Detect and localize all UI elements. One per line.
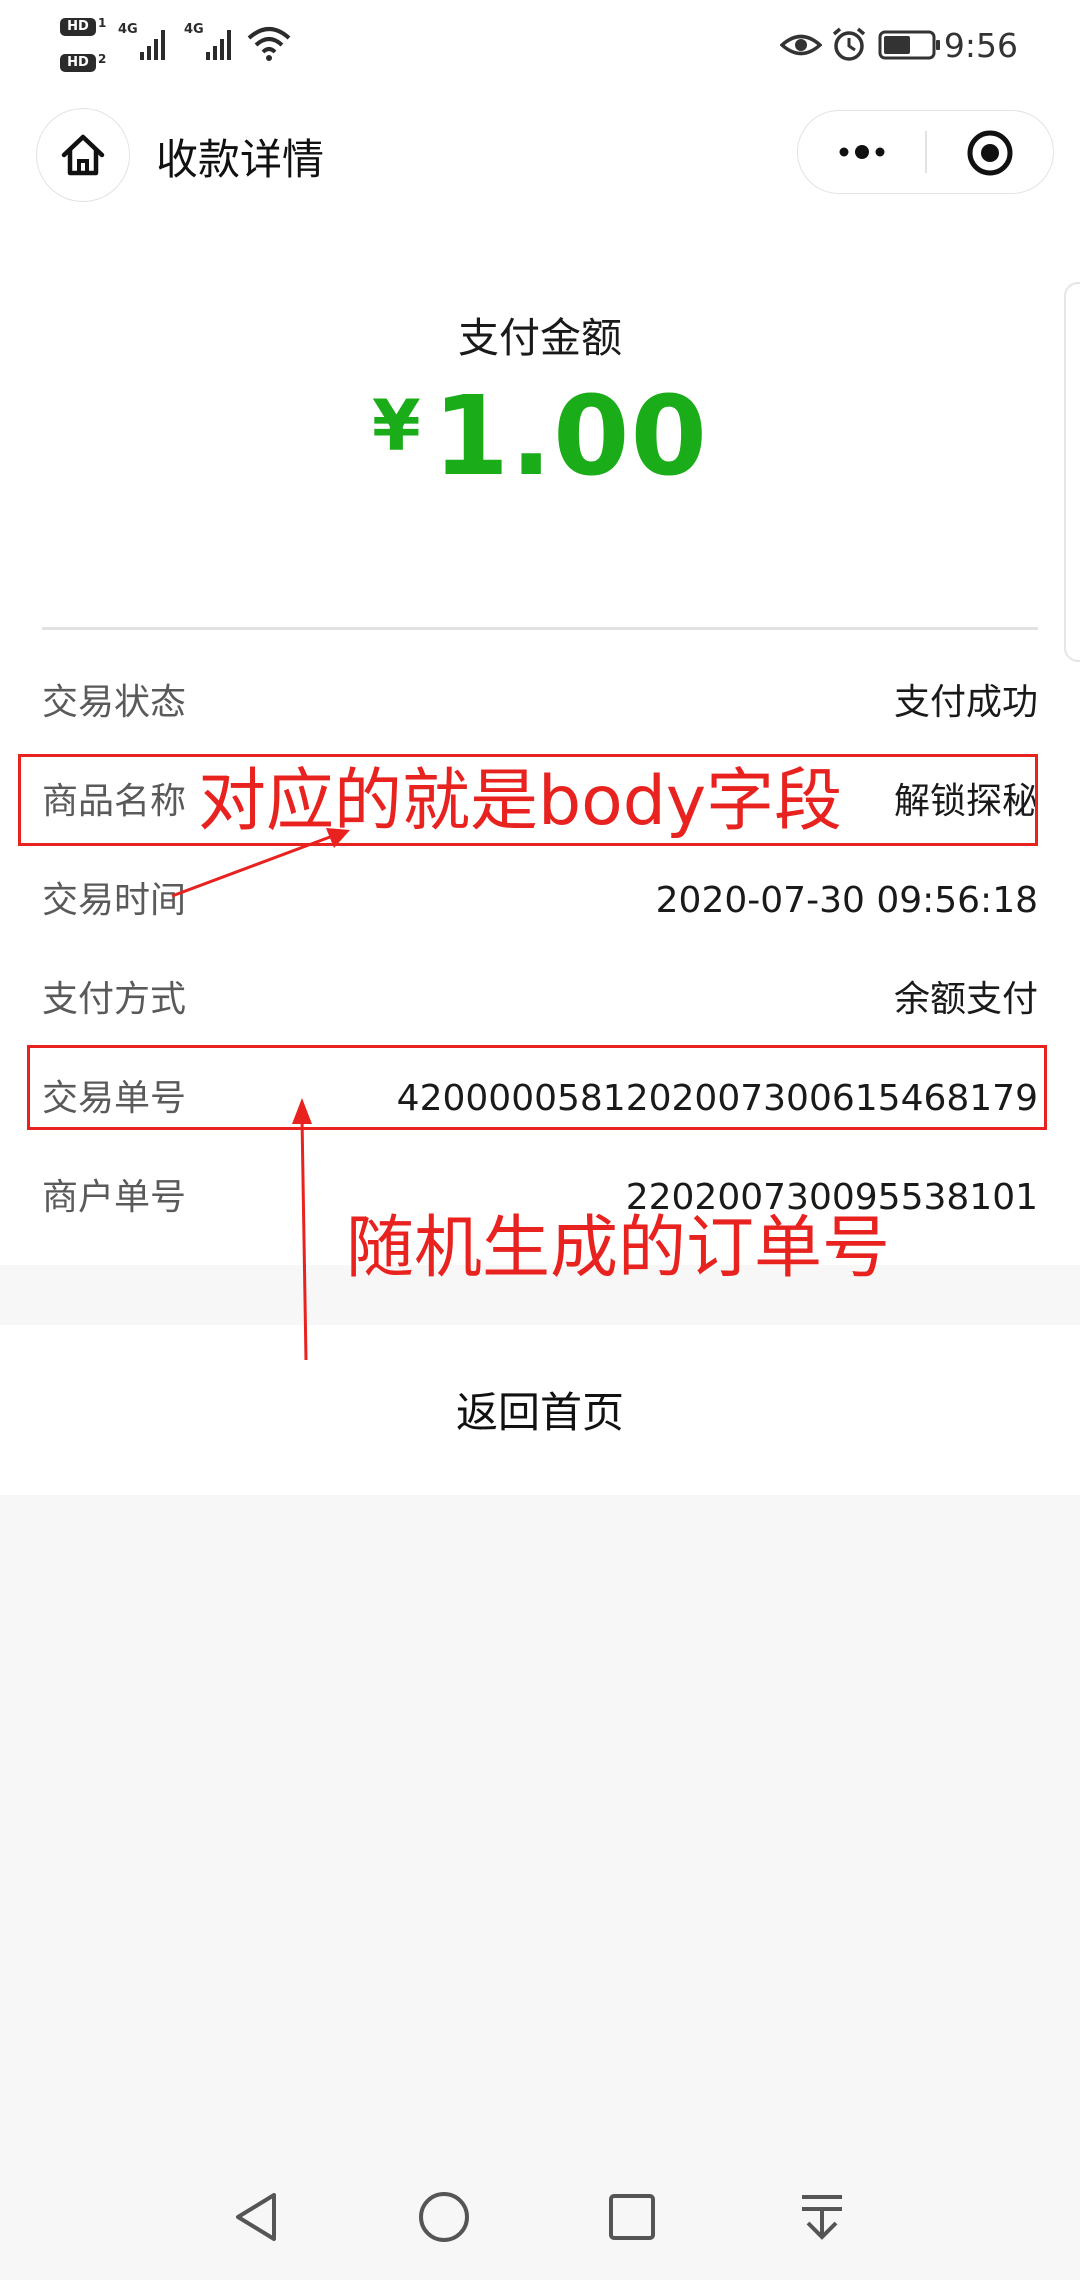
home-button[interactable] [36, 108, 130, 202]
network-type-2: 4G [184, 22, 204, 37]
row-value: 余额支付 [893, 979, 1038, 1020]
amount-display: ¥1.00 [0, 372, 1080, 500]
signal-icon-2: 4G [184, 20, 242, 68]
row-value: 2020-07-30 09:56:18 [655, 880, 1038, 921]
status-bar: HD 1 HD 2 4G 4G 9:56 [0, 0, 1080, 92]
page-title: 收款详情 [156, 135, 325, 184]
detail-row-status: 交易状态 支付成功 [42, 673, 1038, 733]
close-button[interactable] [966, 129, 1014, 181]
eye-icon [779, 28, 823, 66]
annotation-random-order: 随机生成的订单号 [346, 1209, 891, 1288]
more-icon [839, 145, 885, 159]
hd-index-2: 2 [98, 52, 107, 66]
battery-icon [878, 30, 942, 64]
navigation-bar [0, 2155, 1080, 2280]
clock-time: 9:56 [943, 26, 1018, 65]
hd-badge-1: HD [60, 18, 96, 36]
alarm-icon [830, 26, 868, 68]
row-label: 交易时间 [42, 880, 187, 921]
annotation-body-field: 对应的就是body字段 [198, 762, 843, 841]
back-nav-icon[interactable] [228, 2189, 284, 2245]
more-button[interactable] [834, 127, 890, 181]
row-label: 交易状态 [42, 682, 187, 723]
home-icon [61, 134, 105, 176]
amount-value: 1.00 [432, 372, 709, 500]
row-label: 商户单号 [42, 1177, 187, 1218]
signal-icon-1: 4G [118, 20, 176, 68]
network-type-1: 4G [118, 22, 138, 37]
amount-label: 支付金额 [458, 314, 622, 362]
section-divider [42, 627, 1038, 630]
return-home-button[interactable]: 返回首页 [0, 1378, 1080, 1448]
detail-row-time: 交易时间 2020-07-30 09:56:18 [42, 871, 1038, 931]
hd-badge-2: HD [60, 54, 96, 72]
home-nav-icon[interactable] [416, 2189, 472, 2245]
capsule-divider [925, 131, 927, 173]
currency-symbol: ¥ [371, 385, 421, 467]
mini-program-capsule [797, 110, 1054, 194]
row-label: 支付方式 [42, 979, 187, 1020]
row-value: 支付成功 [893, 682, 1038, 723]
annotation-box-transaction [27, 1045, 1047, 1130]
notification-pulldown-icon[interactable] [794, 2189, 850, 2245]
target-close-icon [967, 130, 1013, 176]
recents-nav-icon[interactable] [604, 2189, 660, 2245]
hd-index-1: 1 [98, 16, 107, 30]
detail-row-method: 支付方式 余额支付 [42, 970, 1038, 1030]
wifi-icon [246, 24, 292, 68]
